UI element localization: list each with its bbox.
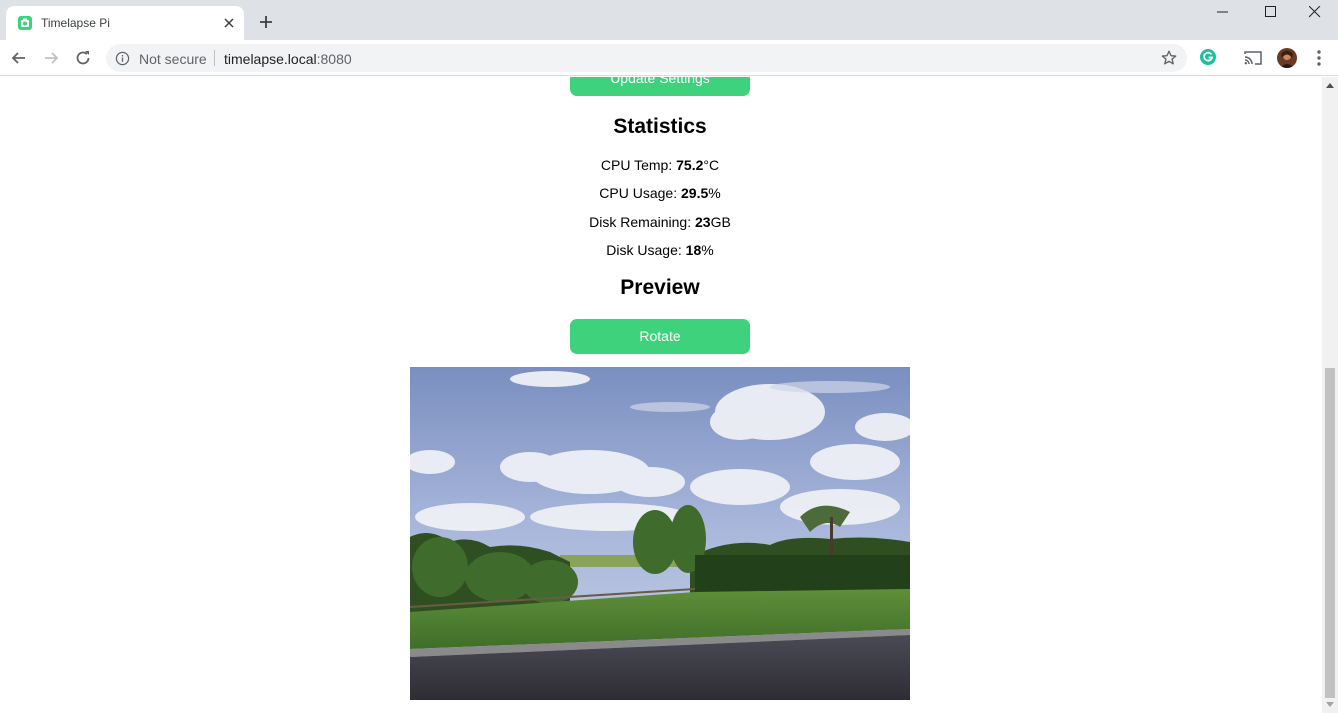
stat-disk-usage: Disk Usage: 18%: [0, 242, 1320, 258]
address-bar[interactable]: Not secure timelapse.local:8080: [106, 44, 1187, 72]
scrollbar-thumb[interactable]: [1325, 368, 1335, 698]
cast-icon[interactable]: [1244, 49, 1262, 67]
stat-unit: %: [701, 242, 714, 258]
tab-title: Timelapse Pi: [41, 16, 110, 30]
back-arrow-icon[interactable]: [9, 48, 29, 68]
stat-disk-remaining: Disk Remaining: 23GB: [0, 214, 1320, 230]
statistics-heading: Statistics: [613, 115, 707, 138]
landscape-photo: [410, 367, 910, 700]
bookmark-star-icon[interactable]: [1160, 49, 1178, 67]
stat-unit: %: [708, 185, 721, 201]
more-menu-icon[interactable]: [1310, 48, 1328, 68]
camera-preview-image: [410, 367, 910, 700]
new-tab-icon[interactable]: [258, 14, 274, 30]
scroll-up-arrow-icon[interactable]: [1326, 83, 1334, 88]
update-settings-button[interactable]: Update Settings: [570, 77, 750, 96]
url-host: timelapse.local: [224, 51, 317, 67]
stat-label: Disk Remaining:: [589, 214, 695, 230]
minimize-icon: [1217, 11, 1228, 13]
minimize-button[interactable]: [1200, 0, 1246, 28]
close-window-button[interactable]: [1292, 0, 1338, 28]
stat-label: CPU Temp:: [600, 157, 677, 173]
profile-avatar[interactable]: [1277, 48, 1297, 68]
stat-value: 75.2: [676, 157, 704, 173]
close-icon: [1309, 6, 1321, 18]
camera-favicon-icon: [18, 16, 32, 30]
omnibox-divider: [214, 50, 215, 66]
tab-strip: Timelapse Pi: [0, 0, 1338, 40]
vertical-scrollbar[interactable]: [1322, 77, 1338, 713]
stat-label: Disk Usage:: [606, 242, 686, 258]
stat-value: 29.5: [681, 185, 709, 201]
avatar-image: [1277, 48, 1297, 68]
maximize-button[interactable]: [1248, 0, 1294, 28]
rotate-button[interactable]: Rotate: [570, 319, 750, 354]
stat-cpu-usage: CPU Usage: 29.5%: [0, 185, 1320, 201]
close-tab-icon[interactable]: [221, 15, 237, 31]
security-label[interactable]: Not secure: [139, 51, 207, 67]
forward-arrow-icon[interactable]: [41, 48, 61, 68]
stat-label: CPU Usage:: [599, 185, 681, 201]
grammarly-extension-icon[interactable]: [1199, 48, 1217, 66]
browser-tab[interactable]: Timelapse Pi: [6, 6, 244, 40]
reload-icon[interactable]: [73, 48, 93, 68]
browser-toolbar: Not secure timelapse.local:8080: [0, 40, 1338, 76]
stat-value: 23: [695, 214, 711, 230]
page-viewport: Update Settings Statistics CPU Temp: 75.…: [0, 77, 1322, 713]
stat-cpu-temp: CPU Temp: 75.2°C: [0, 157, 1320, 173]
url-port: :8080: [316, 51, 352, 67]
url-text[interactable]: timelapse.local:8080: [224, 51, 352, 67]
stat-unit: °C: [703, 157, 720, 173]
info-icon[interactable]: [115, 51, 130, 66]
stat-unit: GB: [710, 214, 731, 230]
maximize-icon: [1265, 6, 1276, 17]
stat-value: 18: [685, 242, 702, 258]
preview-heading: Preview: [620, 276, 700, 299]
scroll-down-arrow-icon[interactable]: [1326, 702, 1334, 707]
